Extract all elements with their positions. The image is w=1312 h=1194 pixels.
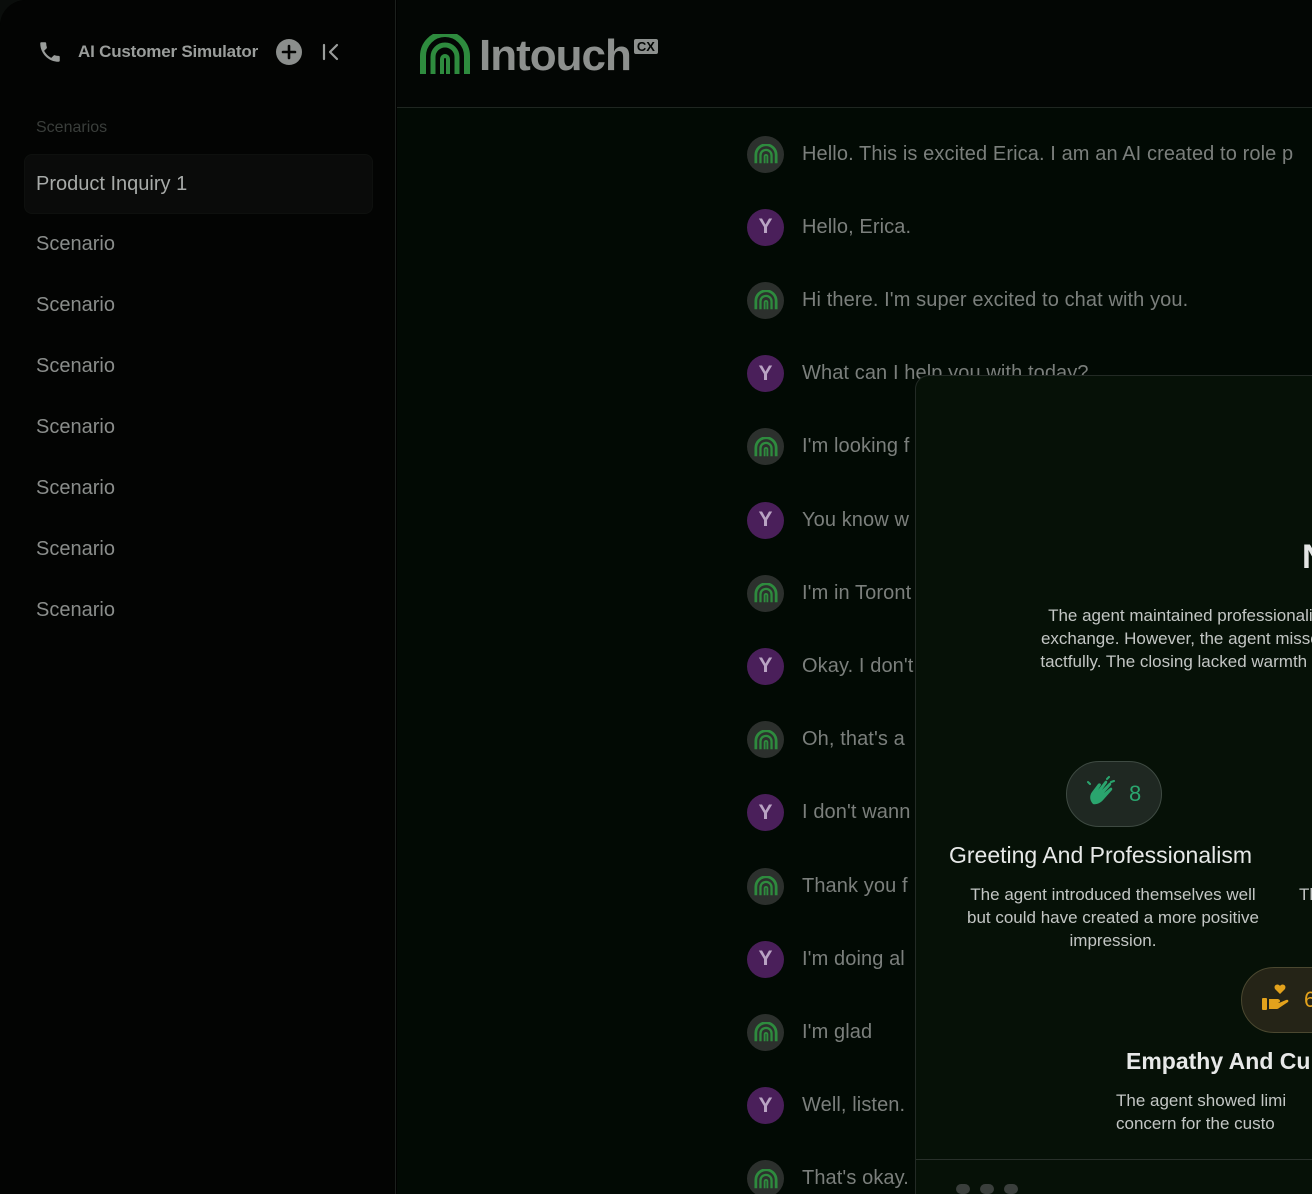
scenarios-section-label: Scenarios — [36, 119, 108, 136]
ai-message: Hi there. I'm super excited to chat with… — [747, 280, 1188, 320]
message-text: Well, listen. — [802, 1094, 906, 1117]
scenario-item[interactable]: Scenario — [24, 336, 373, 397]
adjacent-category-fragment: Th — [1299, 885, 1312, 904]
ai-avatar-icon — [747, 721, 784, 759]
ai-avatar-icon — [747, 574, 784, 612]
ai-message: Oh, that's a — [747, 720, 905, 760]
greeting-category-description: The agent introduced themselves well but… — [942, 883, 1284, 952]
app-title: AI Customer Simulator — [78, 42, 258, 61]
ai-avatar-icon — [747, 867, 784, 905]
logo-arch-icon — [419, 31, 471, 79]
user-avatar: Y — [747, 208, 784, 246]
message-text: Okay. I don't — [802, 654, 914, 677]
ai-avatar-icon — [747, 135, 784, 173]
empathy-score: 6 — [1304, 987, 1312, 1013]
app-window: AI Customer Simulator Scenarios Product … — [0, 0, 1312, 1194]
phone-icon — [36, 38, 64, 66]
summary-line: The agent maintained professionalism thr — [1048, 606, 1312, 625]
description-line: The agent showed limi — [1116, 1091, 1287, 1110]
ai-message: I'm in Toront — [747, 573, 911, 613]
user-avatar: Y — [747, 1087, 784, 1125]
message-text: Hello, Erica. — [802, 215, 912, 238]
user-avatar: Y — [747, 794, 784, 832]
scenario-item[interactable]: Scenario — [24, 519, 373, 580]
user-avatar: Y — [747, 355, 784, 393]
footer-indicator — [1004, 1184, 1018, 1194]
greeting-score: 8 — [1129, 781, 1142, 806]
scenario-item[interactable]: Scenario — [24, 458, 373, 519]
description-line: impression. — [1069, 931, 1157, 950]
modal-divider — [916, 1159, 1312, 1160]
ai-avatar-icon — [747, 428, 784, 466]
hand-heart-icon — [1260, 982, 1292, 1019]
sidebar: AI Customer Simulator Scenarios Product … — [0, 0, 396, 1194]
logo-wordmark: Intouch — [479, 31, 632, 80]
message-text: That's okay. — [802, 1167, 909, 1190]
user-message: Y Hello, Erica. — [747, 207, 911, 247]
scenario-item[interactable]: Scenario — [24, 214, 373, 275]
sidebar-header: AI Customer Simulator — [36, 36, 366, 68]
message-text: I'm looking f — [802, 435, 910, 458]
message-text: Oh, that's a — [802, 728, 905, 751]
scenario-item[interactable]: Scenario — [24, 275, 373, 336]
ai-message: I'm glad — [747, 1012, 872, 1052]
description-line: concern for the custo — [1116, 1114, 1275, 1133]
message-text: I don't wann — [802, 801, 911, 824]
ai-avatar-icon — [747, 1160, 784, 1194]
footer-indicator — [980, 1184, 994, 1194]
summary-line: tactfully. The closing lacked warmth and… — [1040, 652, 1312, 671]
empathy-category-description: The agent showed limi concern for the cu… — [1116, 1089, 1312, 1135]
logo-cx-badge: CX — [633, 39, 658, 54]
scenario-item[interactable]: Scenario — [24, 580, 373, 641]
user-message: Y I don't wann — [747, 793, 910, 833]
description-line: The agent introduced themselves well — [970, 885, 1256, 904]
user-message: Y I'm doing al — [747, 939, 905, 979]
evaluation-summary: The agent maintained professionalism thr… — [944, 604, 1312, 673]
greeting-category-title: Greeting And Professionalism — [949, 842, 1252, 868]
empathy-score-badge: 6 — [1241, 967, 1312, 1033]
top-bar: Intouch CX — [397, 0, 1312, 108]
intouch-logo: Intouch CX — [419, 31, 658, 80]
message-text: I'm glad — [802, 1020, 873, 1043]
evaluation-heading: N — [1302, 538, 1312, 577]
ai-message: Thank you f — [747, 866, 908, 906]
description-line: but could have created a more positive — [966, 908, 1259, 927]
modal-footer — [956, 1184, 1018, 1194]
ai-message: That's okay. — [747, 1159, 909, 1194]
message-text: You know w — [802, 508, 909, 531]
summary-line: exchange. However, the agent missed an o — [1040, 629, 1312, 648]
message-text: Hello. This is excited Erica. I am an AI… — [802, 142, 1294, 165]
user-avatar: Y — [747, 647, 784, 685]
message-text: Hi there. I'm super excited to chat with… — [802, 288, 1189, 311]
message-text: I'm doing al — [802, 947, 905, 970]
ai-avatar-icon — [747, 281, 784, 319]
collapse-sidebar-icon[interactable] — [320, 41, 342, 63]
user-message: Y Okay. I don't — [747, 646, 913, 686]
user-message: Y You know w — [747, 500, 909, 540]
clapping-hands-icon — [1085, 775, 1117, 813]
user-avatar: Y — [747, 501, 784, 539]
greeting-score-badge: 8 — [1066, 761, 1162, 827]
footer-indicator — [956, 1184, 970, 1194]
ai-avatar-icon — [747, 1013, 784, 1051]
scenario-list: Product Inquiry 1 Scenario Scenario Scen… — [24, 154, 373, 641]
scenario-item-product-inquiry-1[interactable]: Product Inquiry 1 — [24, 154, 373, 214]
user-avatar: Y — [747, 940, 784, 978]
ai-message: Hello. This is excited Erica. I am an AI… — [747, 134, 1293, 174]
message-text: I'm in Toront — [802, 581, 912, 604]
empathy-category-title: Empathy And Cu — [1126, 1048, 1311, 1074]
add-scenario-button[interactable] — [276, 39, 302, 65]
message-text: Thank you f — [802, 874, 908, 897]
evaluation-modal: N The agent maintained professionalism t… — [915, 375, 1312, 1194]
user-message: Y Well, listen. — [747, 1086, 905, 1126]
scenario-item[interactable]: Scenario — [24, 397, 373, 458]
ai-message: I'm looking f — [747, 427, 909, 467]
